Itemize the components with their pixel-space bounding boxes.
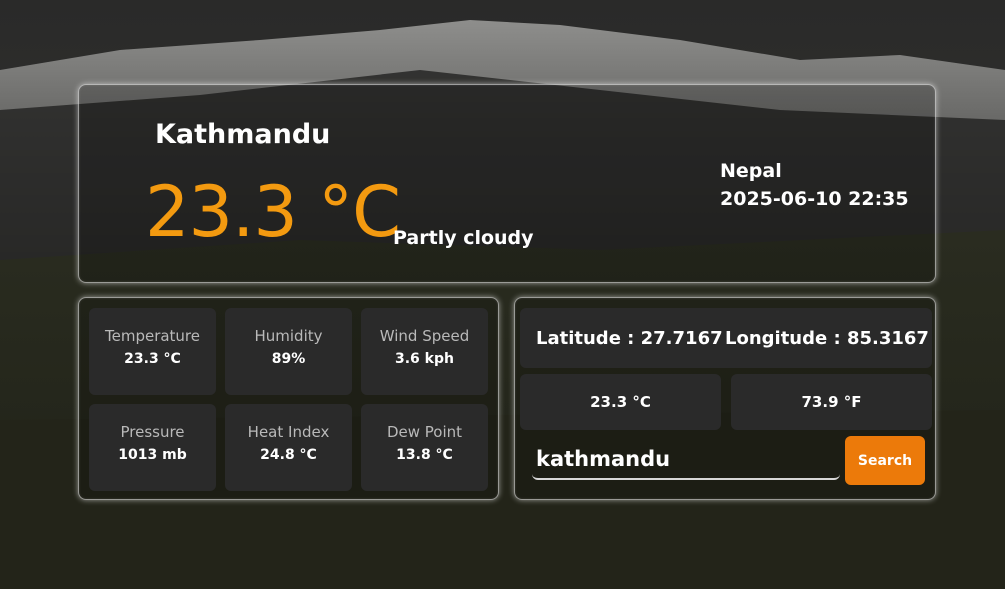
longitude-text: Longitude : 85.3167 <box>725 327 929 349</box>
stat-label: Temperature <box>104 327 201 345</box>
stat-label: Heat Index <box>247 423 330 441</box>
stat-value: 89% <box>271 351 306 367</box>
temperature-fahrenheit: 73.9 °F <box>731 374 932 430</box>
weather-condition: Partly cloudy <box>393 227 534 249</box>
stat-value: 23.3 °C <box>124 351 181 367</box>
temperature-celsius: 23.3 °C <box>520 374 721 430</box>
stat-value: 1013 mb <box>118 447 187 463</box>
stat-label: Dew Point <box>386 423 463 441</box>
local-datetime: 2025-06-10 22:35 <box>720 188 909 210</box>
stat-dew-point: Dew Point 13.8 °C <box>361 404 488 491</box>
current-weather-card: Kathmandu 23.3 °C Partly cloudy Nepal 20… <box>78 84 936 283</box>
coordinates-panel: Latitude : 27.7167 Longitude : 85.3167 <box>520 308 932 368</box>
stat-pressure: Pressure 1013 mb <box>89 404 216 491</box>
latitude-text: Latitude : 27.7167 <box>536 327 723 349</box>
stat-wind-speed: Wind Speed 3.6 kph <box>361 308 488 395</box>
stat-value: 24.8 °C <box>260 447 317 463</box>
stats-grid: Temperature 23.3 °C Humidity 89% Wind Sp… <box>89 308 488 491</box>
stat-value: 3.6 kph <box>395 351 454 367</box>
stat-temperature: Temperature 23.3 °C <box>89 308 216 395</box>
stat-label: Pressure <box>120 423 185 441</box>
stat-heat-index: Heat Index 24.8 °C <box>225 404 352 491</box>
city-search-input[interactable] <box>532 440 840 480</box>
location-search-card: Latitude : 27.7167 Longitude : 85.3167 2… <box>514 297 936 500</box>
search-button[interactable]: Search <box>845 436 925 485</box>
current-temperature: 23.3 °C <box>145 171 401 253</box>
country-name: Nepal <box>720 160 782 182</box>
stat-label: Wind Speed <box>379 327 470 345</box>
stat-value: 13.8 °C <box>396 447 453 463</box>
city-name: Kathmandu <box>155 119 331 150</box>
temperature-units-row: 23.3 °C 73.9 °F <box>520 374 932 430</box>
stat-humidity: Humidity 89% <box>225 308 352 395</box>
weather-stats-card: Temperature 23.3 °C Humidity 89% Wind Sp… <box>78 297 499 500</box>
stat-label: Humidity <box>254 327 323 345</box>
